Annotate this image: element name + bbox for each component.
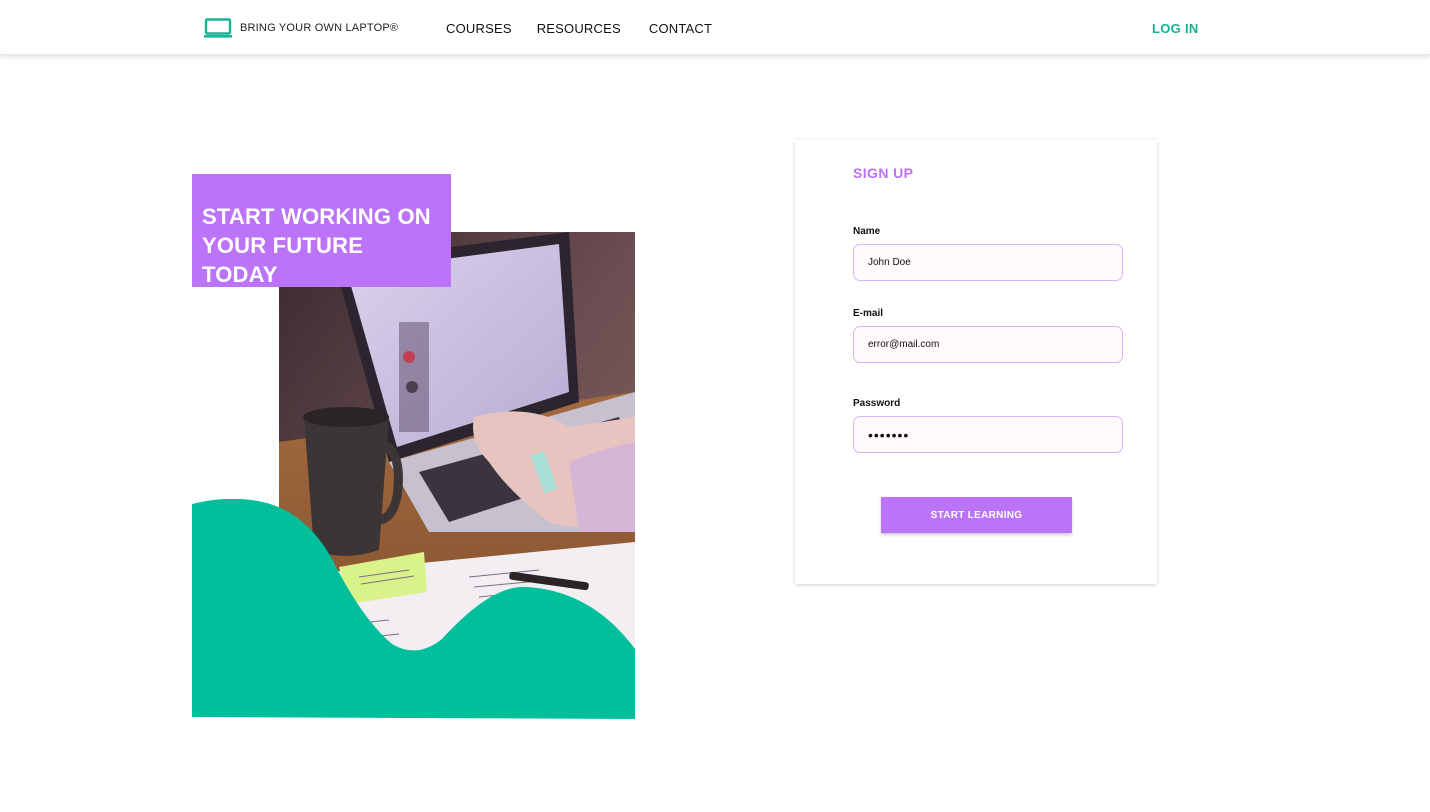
password-value: •••••••	[868, 426, 910, 443]
password-label: Password	[853, 398, 901, 409]
top-navigation-bar: BRING YOUR OWN LAPTOP® COURSES RESOURCES…	[0, 0, 1430, 55]
main-nav: COURSES RESOURCES CONTACT	[446, 21, 712, 36]
decorative-wave	[192, 499, 635, 719]
brand[interactable]: BRING YOUR OWN LAPTOP®	[204, 18, 398, 38]
email-value: error@mail.com	[868, 339, 940, 350]
email-label: E-mail	[853, 308, 884, 319]
laptop-icon	[204, 18, 232, 38]
nav-courses[interactable]: COURSES	[446, 21, 512, 36]
nav-contact[interactable]: CONTACT	[649, 21, 712, 36]
login-link[interactable]: LOG IN	[1152, 21, 1199, 36]
signup-title: SIGN UP	[853, 165, 914, 181]
signup-card: SIGN UP Name John Doe E-mail error@mail.…	[795, 140, 1157, 584]
nav-resources[interactable]: RESOURCES	[537, 21, 621, 36]
name-label: Name	[853, 226, 881, 237]
brand-name: BRING YOUR OWN LAPTOP®	[240, 22, 399, 34]
hero-section: START WORKING ON YOUR FUTURE TODAY	[192, 174, 652, 719]
name-field[interactable]: John Doe	[853, 244, 1123, 281]
name-value: John Doe	[868, 257, 911, 268]
headline-banner: START WORKING ON YOUR FUTURE TODAY	[192, 174, 451, 287]
password-field[interactable]: •••••••	[853, 416, 1123, 453]
email-field[interactable]: error@mail.com	[853, 326, 1123, 363]
headline-line-2: YOUR FUTURE TODAY	[202, 233, 364, 287]
headline-line-1: START WORKING ON	[202, 204, 431, 229]
hero-headline: START WORKING ON YOUR FUTURE TODAY	[202, 202, 441, 289]
start-learning-button[interactable]: START LEARNING	[881, 497, 1072, 533]
